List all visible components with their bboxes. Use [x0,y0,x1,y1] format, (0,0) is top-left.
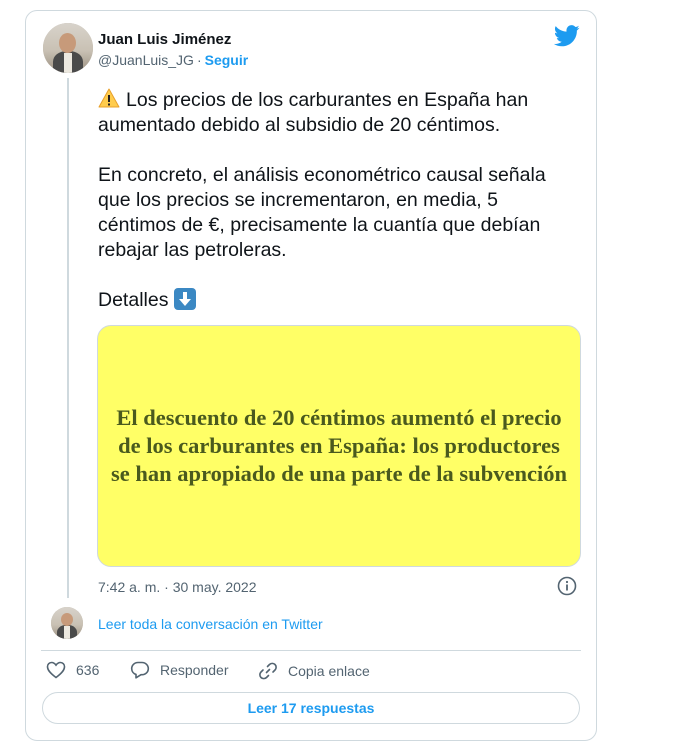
info-icon[interactable] [557,576,577,596]
author-avatar[interactable] [43,23,93,73]
tweet-text: Los precios de los carburantes en España… [98,88,578,338]
tweet-paragraph-1: Los precios de los carburantes en España… [98,88,529,136]
twitter-bird-icon[interactable] [554,25,580,47]
like-button[interactable]: 636 [46,661,99,679]
down-arrow-icon [174,288,197,310]
read-replies-button[interactable]: Leer 17 respuestas [42,692,580,724]
heart-icon [46,661,66,679]
like-count: 636 [76,662,100,678]
follow-button[interactable]: Seguir [205,52,249,68]
read-conversation-link[interactable]: Leer toda la conversación en Twitter [98,616,323,632]
author-handle[interactable]: @JuanLuis_JG [98,52,194,68]
tweet-paragraph-2: En concreto, el análisis econométrico ca… [98,164,546,261]
reply-icon [130,661,150,679]
divider [41,650,581,651]
copy-link-button[interactable]: Copia enlace [258,661,370,681]
media-image[interactable]: El descuento de 20 céntimos aumentó el p… [97,325,581,567]
author-name[interactable]: Juan Luis Jiménez [98,31,231,48]
conversation-avatar[interactable] [51,607,83,639]
copy-link-label: Copia enlace [288,663,370,679]
reply-button[interactable]: Responder [130,661,229,679]
warning-icon [98,88,120,108]
link-icon [259,662,277,680]
reply-label: Responder [160,662,229,678]
author-handle-row: @JuanLuis_JG · Seguir [98,52,248,68]
media-caption: El descuento de 20 céntimos aumentó el p… [111,405,567,486]
thread-line [67,78,69,598]
timestamp[interactable]: 7:42 a. m. · 30 may. 2022 [98,579,257,595]
separator-dot: · [196,52,202,68]
tweet-paragraph-3: Detalles [98,288,578,313]
